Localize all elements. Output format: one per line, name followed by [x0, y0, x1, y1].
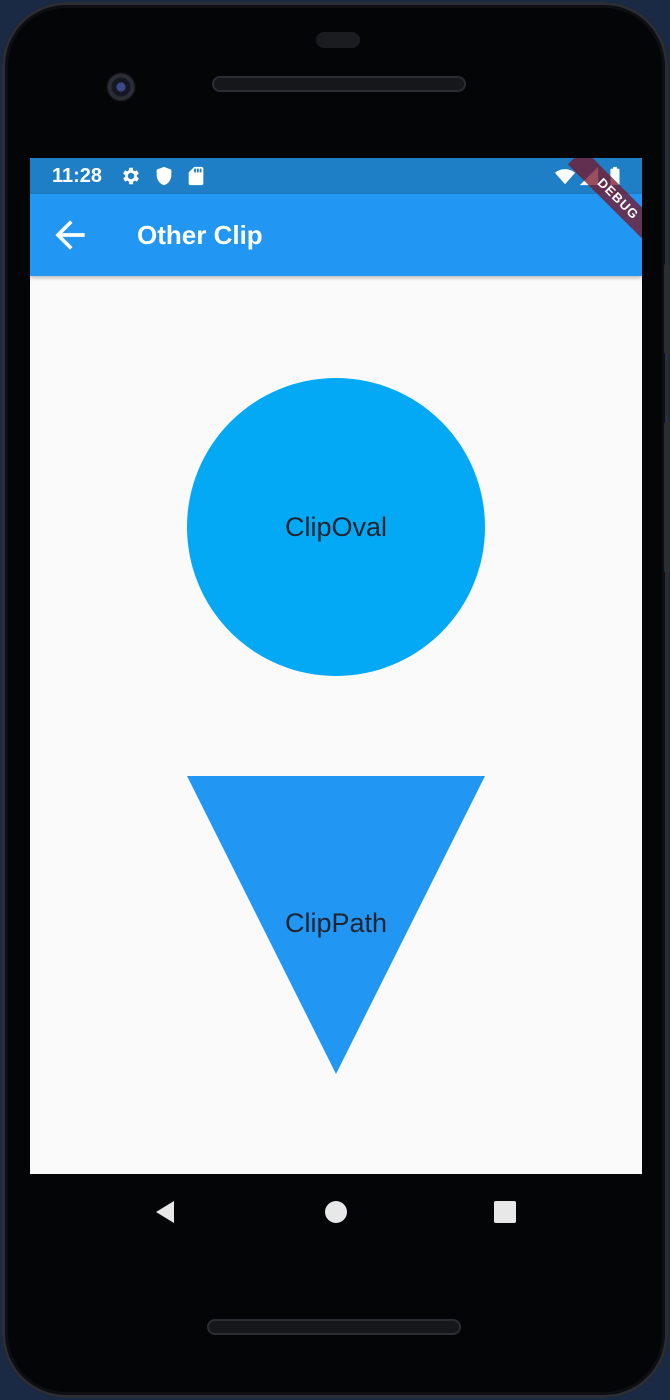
status-time: 11:28	[52, 165, 103, 187]
debug-banner-label: DEBUG	[567, 158, 642, 250]
home-circle-icon[interactable]	[320, 1196, 352, 1228]
arrow-left-icon	[55, 220, 85, 250]
system-nav-bar	[30, 1174, 642, 1250]
back-triangle-icon[interactable]	[150, 1196, 182, 1228]
front-camera	[106, 72, 136, 102]
power-button	[664, 264, 670, 354]
clip-oval-label: ClipOval	[284, 511, 388, 542]
page-title: Other Clip	[137, 220, 263, 250]
settings-icon	[123, 167, 139, 185]
shield-icon	[156, 166, 172, 186]
recents-square-icon[interactable]	[489, 1196, 521, 1228]
screen: 11:28 Other Clip DEBUG ClipOval ClipPath	[30, 158, 642, 1174]
sensor-slot	[316, 32, 360, 48]
debug-banner: DEBUG	[542, 158, 642, 258]
back-button[interactable]	[48, 213, 92, 257]
clip-path: ClipPath	[187, 776, 485, 1074]
sd-card-icon	[188, 166, 204, 186]
clip-path-label: ClipPath	[284, 908, 388, 938]
clip-oval: ClipOval	[187, 378, 485, 676]
top-speaker	[212, 76, 466, 92]
volume-rocker	[664, 422, 670, 572]
bottom-speaker	[207, 1319, 461, 1335]
